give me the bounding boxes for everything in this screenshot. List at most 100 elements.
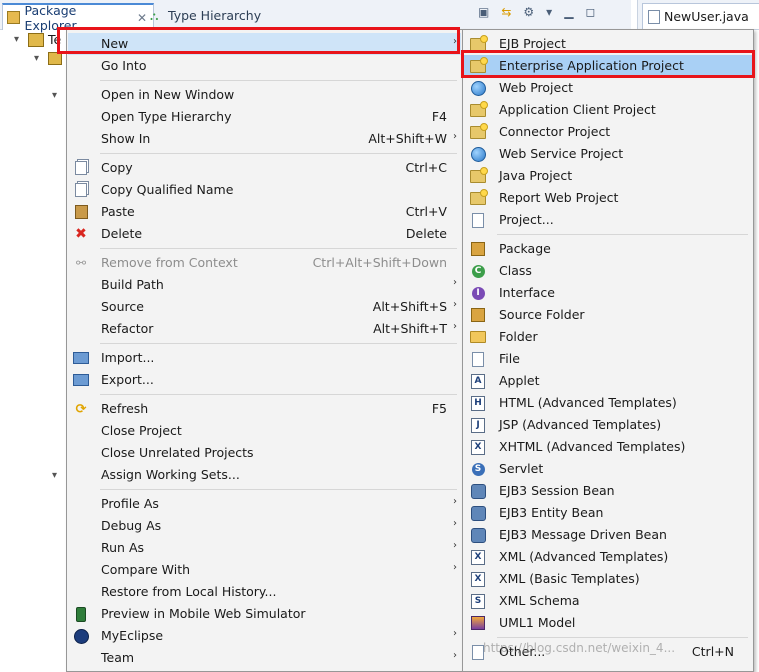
submenu-item-label: UML1 Model [499,615,576,630]
report-project-icon [470,188,488,206]
submenu-item-folder[interactable]: Folder [464,326,752,348]
tab-editor-file[interactable]: NewUser.java [642,3,759,29]
submenu-item-source-folder[interactable]: Source Folder [464,304,752,326]
submenu-item-label: Project... [499,212,554,227]
link-editor-icon[interactable]: ⇆ [501,5,511,19]
submenu-arrow-icon: › [453,562,457,573]
menu-item-refresh[interactable]: ⟳ Refresh F5 [68,398,461,420]
menu-item-build-path[interactable]: Build Path › [68,274,461,296]
submenu-item-uml1-model[interactable]: UML1 Model [464,612,752,634]
submenu-item-web-service-project[interactable]: Web Service Project [464,143,752,165]
submenu-item-ejb-project[interactable]: EJB Project [464,33,752,55]
submenu-item-label: Report Web Project [499,190,619,205]
tab-package-explorer[interactable]: Package Explorer ✕ [2,3,154,33]
submenu-item-html[interactable]: H HTML (Advanced Templates) [464,392,752,414]
menu-item-new[interactable]: New › [68,33,461,55]
menu-item-label: Remove from Context [101,255,238,270]
collapse-arrow-icon[interactable]: ▾ [52,470,62,481]
menu-item-profile-as[interactable]: Profile As › [68,493,461,515]
submenu-item-xml-schema[interactable]: S XML Schema [464,590,752,612]
submenu-item-enterprise-application-project[interactable]: Enterprise Application Project [464,55,752,77]
menu-item-label: Open Type Hierarchy [101,109,232,124]
xhtml-icon: X [470,439,486,455]
collapse-all-icon[interactable]: ▣ [478,5,489,19]
menu-item-label: Build Path [101,277,164,292]
menu-item-preview-mobile-simulator[interactable]: Preview in Mobile Web Simulator [68,603,461,625]
menu-item-shortcut: Ctrl+V [405,204,447,219]
menu-item-compare-with[interactable]: Compare With › [68,559,461,581]
menu-item-refactor[interactable]: Refactor Alt+Shift+T › [68,318,461,340]
submenu-item-jsp[interactable]: J JSP (Advanced Templates) [464,414,752,436]
menu-item-open-type-hierarchy[interactable]: Open Type Hierarchy F4 [68,106,461,128]
submenu-item-java-project[interactable]: Java Project [464,165,752,187]
menu-item-label: Debug As [101,518,162,533]
submenu-item-xml-advanced[interactable]: X XML (Advanced Templates) [464,546,752,568]
menu-item-team[interactable]: Team › [68,647,461,669]
menu-item-label: New [101,36,129,51]
menu-item-show-in[interactable]: Show In Alt+Shift+W › [68,128,461,150]
menu-item-shortcut: Alt+Shift+T [373,321,447,336]
submenu-item-interface[interactable]: I Interface [464,282,752,304]
submenu-item-application-client-project[interactable]: Application Client Project [464,99,752,121]
tree-row-root[interactable]: ▾ Te [14,32,61,47]
remove-context-icon: ⚯ [75,256,87,270]
submenu-item-xhtml[interactable]: X XHTML (Advanced Templates) [464,436,752,458]
submenu-separator [497,637,748,638]
servlet-icon: S [470,461,486,477]
submenu-item-ejb3-message-driven-bean[interactable]: EJB3 Message Driven Bean [464,524,752,546]
submenu-item-servlet[interactable]: S Servlet [464,458,752,480]
submenu-item-xml-basic[interactable]: X XML (Basic Templates) [464,568,752,590]
myeclipse-icon [73,628,89,644]
uml-icon [470,615,486,631]
menu-item-close-project[interactable]: Close Project [68,420,461,442]
submenu-arrow-icon: › [453,650,457,661]
submenu-item-applet[interactable]: A Applet [464,370,752,392]
xml-schema-icon: S [470,593,486,609]
tab-type-hierarchy[interactable]: ⛬ Type Hierarchy [146,3,286,28]
tree-row-expand-2[interactable]: ▾ [52,470,62,481]
submenu-item-label: EJB3 Message Driven Bean [499,527,667,542]
jsp-icon: J [470,417,486,433]
collapse-arrow-icon[interactable]: ▾ [52,90,62,101]
submenu-item-file[interactable]: File [464,348,752,370]
tree-row-child[interactable]: ▾ [34,52,62,65]
menu-item-copy-qualified-name[interactable]: Copy Qualified Name [68,179,461,201]
menu-item-shortcut: Alt+Shift+S [372,299,447,314]
menu-item-run-as[interactable]: Run As › [68,537,461,559]
collapse-arrow-icon[interactable]: ▾ [14,34,24,45]
minimize-icon[interactable]: ▁ [564,5,573,19]
submenu-item-project[interactable]: Project... [464,209,752,231]
menu-item-close-unrelated-projects[interactable]: Close Unrelated Projects [68,442,461,464]
menu-item-assign-working-sets[interactable]: Assign Working Sets... [68,464,461,486]
menu-item-copy[interactable]: Copy Ctrl+C [68,157,461,179]
filters-icon[interactable]: ⚙ [523,5,534,19]
submenu-arrow-icon: › [453,299,457,310]
maximize-icon[interactable]: ◻ [585,5,595,19]
menu-item-export[interactable]: Export... [68,369,461,391]
collapse-arrow-icon[interactable]: ▾ [34,53,44,64]
tree-row-expand[interactable]: ▾ [52,90,62,101]
view-menu-icon[interactable]: ▾ [546,5,552,19]
menu-item-delete[interactable]: ✖ Delete Delete [68,223,461,245]
menu-item-paste[interactable]: Paste Ctrl+V [68,201,461,223]
submenu-item-ejb3-session-bean[interactable]: EJB3 Session Bean [464,480,752,502]
submenu-item-ejb3-entity-bean[interactable]: EJB3 Entity Bean [464,502,752,524]
submenu-item-web-project[interactable]: Web Project [464,77,752,99]
menu-item-myeclipse[interactable]: MyEclipse › [68,625,461,647]
menu-item-source[interactable]: Source Alt+Shift+S › [68,296,461,318]
submenu-item-label: Class [499,263,532,278]
menu-item-go-into[interactable]: Go Into [68,55,461,77]
web-project-icon [470,80,486,96]
menu-item-import[interactable]: Import... [68,347,461,369]
menu-item-restore-from-local-history[interactable]: Restore from Local History... [68,581,461,603]
submenu-item-connector-project[interactable]: Connector Project [464,121,752,143]
submenu-item-report-web-project[interactable]: Report Web Project [464,187,752,209]
submenu-item-package[interactable]: Package [464,238,752,260]
menu-item-debug-as[interactable]: Debug As › [68,515,461,537]
menu-item-open-in-new-window[interactable]: Open in New Window [68,84,461,106]
export-icon [73,372,89,388]
menu-item-label: Import... [101,350,155,365]
submenu-item-label: XML Schema [499,593,580,608]
submenu-item-class[interactable]: C Class [464,260,752,282]
submenu-arrow-icon: › [453,628,457,639]
